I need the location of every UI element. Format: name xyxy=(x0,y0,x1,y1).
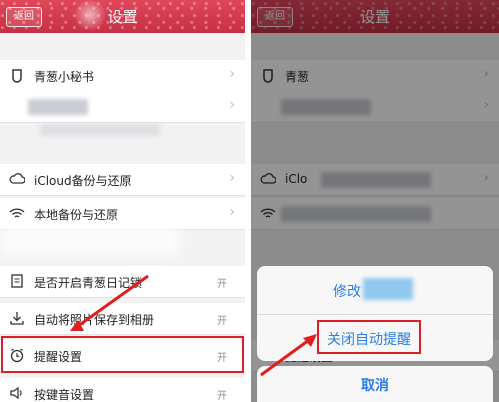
smudge xyxy=(0,226,180,256)
settings-row-blurred[interactable]: › xyxy=(0,91,245,123)
blurred-content xyxy=(28,99,88,115)
chevron-right-icon: › xyxy=(229,97,235,113)
reminder-highlight-box xyxy=(1,336,244,373)
settings-row-auto-save-photos[interactable]: 自动将照片保存到相册 开 xyxy=(0,303,245,335)
wifi-icon xyxy=(9,208,25,218)
settings-row-icloud[interactable]: iCloud备份与还原 › xyxy=(0,164,245,196)
diary-icon xyxy=(11,274,23,288)
speaker-icon xyxy=(10,386,22,400)
chevron-right-icon: › xyxy=(229,66,235,82)
setting-value: 开 xyxy=(217,316,227,327)
chevron-right-icon: › xyxy=(229,170,235,186)
settings-row-label: iCloud备份与还原 xyxy=(34,174,132,188)
settings-row-label: 按键音设置 xyxy=(34,388,95,402)
cloud-icon xyxy=(9,173,25,184)
settings-row-assistant[interactable]: 青葱小秘书 › xyxy=(0,60,245,92)
settings-row-label: 青葱小秘书 xyxy=(34,70,95,84)
setting-value: 开 xyxy=(217,279,227,290)
settings-row-label: 本地备份与还原 xyxy=(34,208,119,222)
settings-row-label: 是否开启青葱日记锁 xyxy=(34,276,143,290)
left-settings-screen: 返回 设置 青葱小秘书 › › iCloud备份与还原 › 本地备份与还原 › … xyxy=(0,0,245,402)
chevron-right-icon: › xyxy=(229,204,235,220)
download-icon xyxy=(10,312,24,325)
close-auto-reminder-highlight-box xyxy=(317,320,421,354)
modify-option[interactable]: 修改 xyxy=(257,266,493,315)
setting-value: 开 xyxy=(217,391,227,402)
nav-bar: 返回 设置 xyxy=(0,0,245,33)
page-title: 设置 xyxy=(107,8,138,26)
blurred-content xyxy=(40,124,160,136)
settings-row-label: 自动将照片保存到相册 xyxy=(34,313,155,327)
assistant-icon xyxy=(12,69,22,83)
right-settings-screen: 返回 设置 青葱 › › iClo › 提醒设置 修改 关闭自动提醒 取消 xyxy=(251,0,499,402)
cancel-sheet: 取消 xyxy=(257,366,493,402)
settings-row-keysound[interactable]: 按键音设置 开 xyxy=(0,378,245,402)
settings-row-diary-lock[interactable]: 是否开启青葱日记锁 开 xyxy=(0,266,245,298)
modify-button[interactable]: 修改 xyxy=(333,281,361,301)
cancel-button[interactable]: 取消 xyxy=(257,375,493,395)
blurred-content xyxy=(363,278,413,300)
